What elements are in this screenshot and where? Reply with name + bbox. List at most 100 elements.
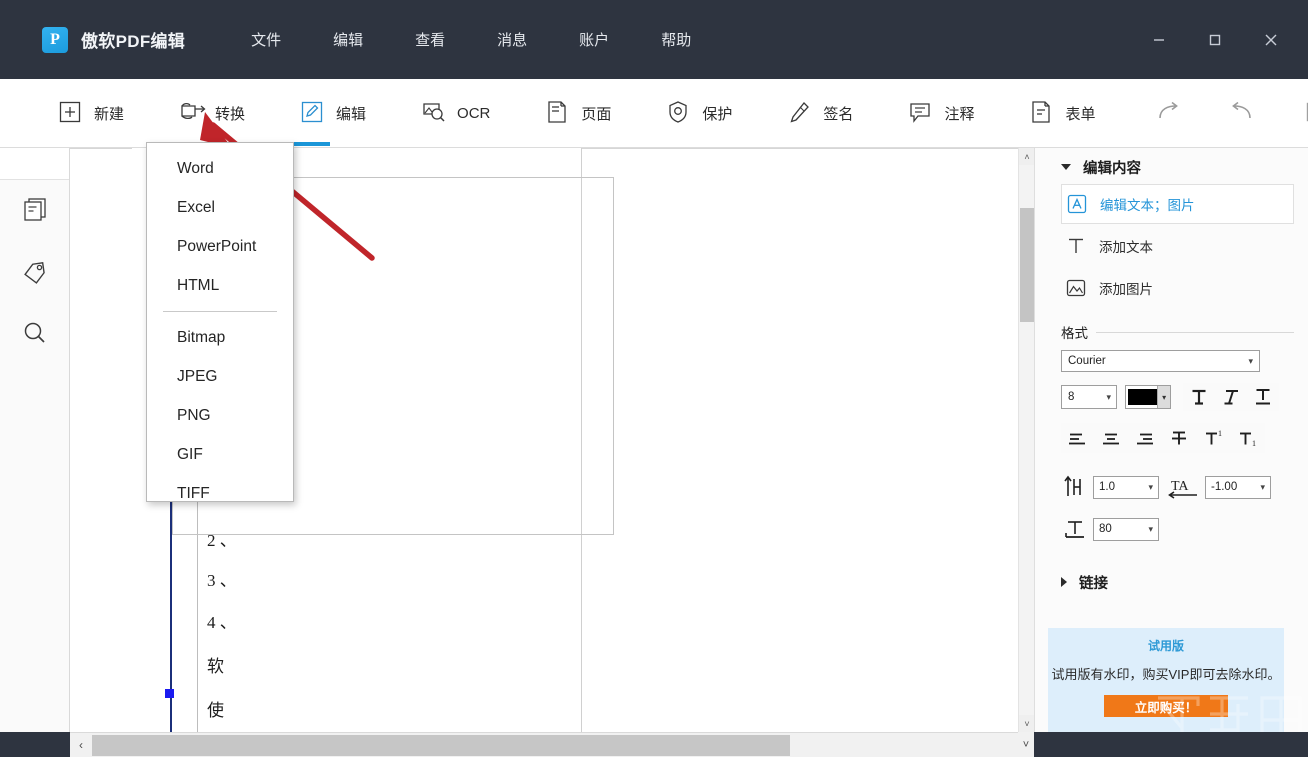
toolbar-protect-label: 保护: [702, 105, 733, 123]
convert-to-html[interactable]: HTML: [147, 266, 293, 305]
chevron-right-icon[interactable]: [1061, 577, 1067, 587]
convert-to-png[interactable]: PNG: [147, 396, 293, 435]
convert-to-jpeg[interactable]: JPEG: [147, 357, 293, 396]
brand: P 傲软PDF编辑: [42, 26, 185, 53]
comment-icon: [907, 99, 935, 127]
convert-to-powerpoint[interactable]: PowerPoint: [147, 227, 293, 266]
subscript-button[interactable]: 1: [1231, 423, 1265, 453]
toolbar-edit[interactable]: 编辑: [291, 85, 374, 141]
sidebar-search[interactable]: [0, 304, 70, 366]
toolbar-save[interactable]: [1293, 85, 1308, 141]
font-size-select[interactable]: 8 ▾: [1061, 385, 1117, 409]
menu-help[interactable]: 帮助: [651, 23, 701, 56]
redo-icon: [1155, 99, 1183, 127]
panel-add-text-label: 添加文本: [1099, 240, 1153, 255]
panel-edit-text-image-label: 编辑文本；图片: [1100, 198, 1195, 213]
horizontal-scroll-thumb[interactable]: [92, 734, 790, 756]
strikethrough-button[interactable]: [1163, 423, 1197, 453]
toolbar-undo[interactable]: [1217, 85, 1265, 141]
convert-to-gif[interactable]: GIF: [147, 435, 293, 474]
scroll-down-arrow[interactable]: ˅: [1019, 715, 1035, 732]
selection-handle[interactable]: [165, 689, 174, 698]
character-spacing-select[interactable]: -1.00 ▾: [1205, 475, 1271, 499]
toolbar-ocr[interactable]: OCR: [412, 85, 498, 141]
horizontal-scale-row: 80 ▾: [1061, 515, 1308, 543]
form-icon: [1028, 99, 1056, 127]
bold-button[interactable]: [1183, 383, 1215, 411]
line-spacing-select[interactable]: 1.0 ▾: [1093, 475, 1159, 499]
minimize-icon[interactable]: [1136, 19, 1182, 61]
convert-dropdown-menu[interactable]: Word Excel PowerPoint HTML Bitmap JPEG P…: [146, 142, 294, 502]
horizontal-scale-value: 80: [1099, 523, 1112, 535]
dropdown-separator: [163, 311, 277, 312]
chevron-down-icon[interactable]: [1061, 164, 1071, 170]
paragraph-buttons-row: 1 1: [1061, 423, 1308, 453]
toolbar-protect[interactable]: 保护: [657, 85, 740, 141]
horizontal-scale-select[interactable]: 80 ▾: [1093, 517, 1159, 541]
app-logo-icon: P: [42, 26, 68, 53]
toolbar-page[interactable]: 页面: [536, 85, 619, 141]
toolbar-convert-label: 转换: [215, 105, 246, 123]
font-color-picker[interactable]: ▾: [1125, 385, 1171, 409]
horizontal-scale-icon: [1061, 515, 1089, 543]
text-image-icon: [1066, 193, 1088, 215]
format-section-header: 格式: [1061, 322, 1294, 342]
panel-edit-text-image[interactable]: 编辑文本；图片: [1061, 184, 1294, 224]
line-spacing-icon: [1061, 473, 1089, 501]
menu-bar: 文件 编辑 查看 消息 账户 帮助: [225, 23, 717, 56]
chevron-down-icon[interactable]: ▾: [1157, 386, 1170, 408]
toolbar-form[interactable]: 表单: [1020, 85, 1103, 141]
menu-view[interactable]: 查看: [405, 23, 455, 56]
horizontal-scroll-track[interactable]: [92, 733, 1012, 757]
sidebar-bookmarks[interactable]: [0, 242, 70, 304]
svg-text:1: 1: [1218, 429, 1222, 438]
toolbar-redo[interactable]: [1145, 85, 1193, 141]
superscript-button[interactable]: 1: [1197, 423, 1231, 453]
buy-now-button[interactable]: 立即购买！: [1104, 695, 1228, 717]
edit-content-section-header[interactable]: 编辑内容: [1035, 152, 1308, 182]
add-text-icon: [1065, 235, 1087, 257]
pen-icon: [786, 99, 814, 127]
character-spacing-value: -1.00: [1211, 481, 1238, 493]
convert-to-tiff[interactable]: TIFF: [147, 474, 293, 513]
trial-notice-box: 试用版 试用版有水印，购买VIP即可去除水印。 立即购买！: [1048, 628, 1284, 732]
shield-icon: [665, 99, 693, 127]
toolbar-comment[interactable]: 注释: [899, 85, 982, 141]
panel-add-text[interactable]: 添加文本: [1061, 226, 1294, 266]
horizontal-scrollbar[interactable]: ‹ ›: [70, 732, 1034, 757]
italic-button[interactable]: [1215, 383, 1247, 411]
convert-to-excel[interactable]: Excel: [147, 188, 293, 227]
scrollbar-corner[interactable]: ˅: [1018, 732, 1034, 757]
link-section-header[interactable]: 链接: [1035, 567, 1308, 597]
menu-edit[interactable]: 编辑: [323, 23, 373, 56]
vertical-scrollbar[interactable]: ˄ ˅: [1018, 148, 1035, 732]
underline-button[interactable]: [1247, 383, 1279, 411]
convert-to-word[interactable]: Word: [147, 149, 293, 188]
font-family-value: Courier: [1068, 355, 1106, 367]
toolbar-signature[interactable]: 签名: [778, 85, 861, 141]
align-right-button[interactable]: [1129, 423, 1163, 453]
align-center-button[interactable]: [1095, 423, 1129, 453]
convert-to-bitmap[interactable]: Bitmap: [147, 318, 293, 357]
close-icon[interactable]: [1248, 19, 1294, 61]
bookmark-tag-icon: [20, 256, 50, 291]
menu-message[interactable]: 消息: [487, 23, 537, 56]
sidebar-thumbnails[interactable]: [0, 180, 70, 242]
scroll-left-arrow[interactable]: ‹: [70, 733, 92, 757]
panel-add-image[interactable]: 添加图片: [1061, 268, 1294, 308]
toolbar-convert[interactable]: 转换: [170, 85, 253, 141]
doc-line-2: 3 、: [207, 571, 237, 590]
maximize-icon[interactable]: [1192, 19, 1238, 61]
pencil-box-icon: [299, 99, 327, 127]
toolbar-new[interactable]: 新建: [49, 85, 132, 141]
menu-file[interactable]: 文件: [241, 23, 291, 56]
vertical-scroll-thumb[interactable]: [1020, 208, 1034, 322]
scroll-up-arrow[interactable]: ˄: [1019, 148, 1035, 165]
menu-account[interactable]: 账户: [569, 23, 619, 56]
character-spacing-icon: TA: [1167, 473, 1201, 501]
svg-text:1: 1: [1252, 439, 1256, 448]
font-family-select[interactable]: Courier ▾: [1061, 350, 1260, 372]
align-left-button[interactable]: [1061, 423, 1095, 453]
chevron-down-icon: ▾: [1148, 481, 1153, 492]
window-controls: [1136, 0, 1308, 79]
